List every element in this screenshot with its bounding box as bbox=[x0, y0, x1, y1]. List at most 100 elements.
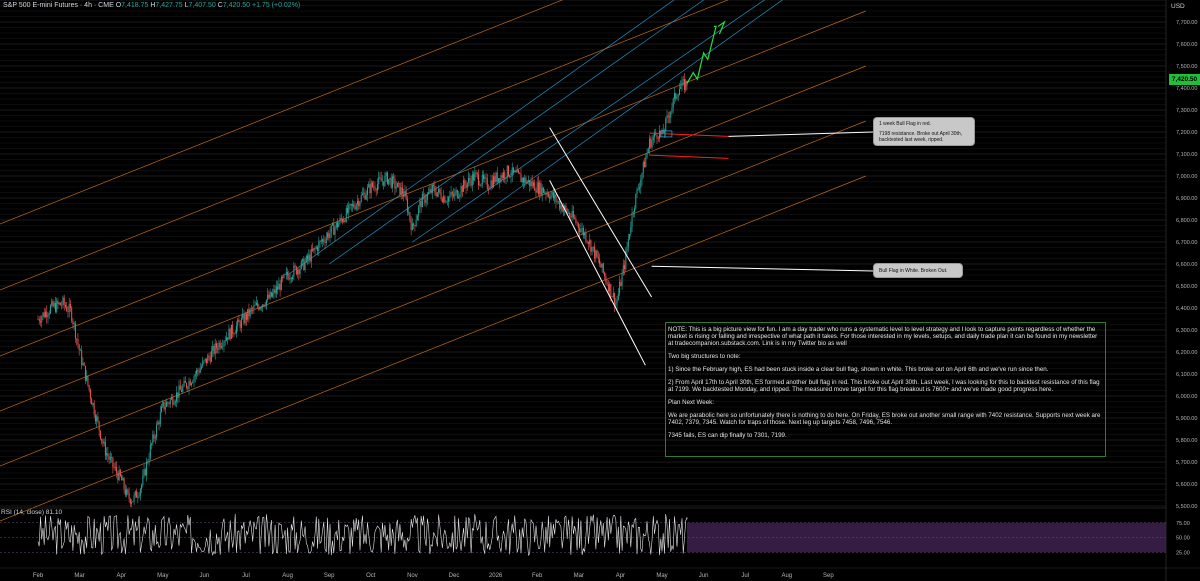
candle-body bbox=[662, 129, 664, 134]
candle-body bbox=[609, 283, 611, 292]
candle-body bbox=[184, 380, 186, 384]
candle-body bbox=[668, 117, 670, 118]
y-tick-label: 5,500.00 bbox=[1176, 504, 1197, 510]
candle-body bbox=[408, 212, 410, 213]
candle-body bbox=[54, 303, 56, 312]
candle-body bbox=[595, 250, 597, 259]
close-value: 7,420.50 bbox=[222, 2, 251, 9]
symbol-title[interactable]: S&P 500 E-mini Futures · 4h · CME bbox=[3, 2, 114, 9]
candle-body bbox=[645, 157, 647, 168]
callout-white-flag[interactable]: Bull Flag in White. Broken Out. bbox=[873, 263, 963, 278]
callout-red-flag[interactable]: 1 week Bull Flag in red. 7198 resistance… bbox=[873, 117, 975, 146]
rsi-indicator-label[interactable]: RSI (14, close) 81.10 bbox=[1, 509, 62, 516]
candle-body bbox=[459, 194, 461, 197]
candle-body bbox=[188, 380, 190, 389]
candle-body bbox=[205, 358, 207, 364]
candle-body bbox=[171, 397, 173, 400]
candle-body bbox=[529, 180, 531, 187]
candle-body bbox=[344, 220, 346, 222]
candle-body bbox=[631, 212, 633, 228]
candle-body bbox=[348, 204, 350, 213]
candle-body bbox=[641, 172, 643, 180]
candle-body bbox=[449, 195, 451, 198]
candle-body bbox=[678, 89, 680, 95]
candle-body bbox=[503, 172, 505, 179]
candle-body bbox=[137, 496, 139, 498]
candle-body bbox=[267, 294, 269, 300]
candle-body bbox=[504, 172, 506, 179]
candle-body bbox=[464, 180, 466, 186]
candle-body bbox=[665, 118, 667, 132]
candle-body bbox=[181, 389, 183, 392]
candle-body bbox=[118, 469, 120, 481]
candle-body bbox=[67, 311, 69, 312]
candle-body bbox=[328, 233, 330, 238]
x-tick-label: Aug bbox=[282, 573, 293, 579]
y-tick-label: 5,700.00 bbox=[1176, 460, 1197, 466]
candle-body bbox=[77, 338, 79, 345]
analysis-note[interactable]: NOTE: This is a big picture view for fun… bbox=[665, 322, 1106, 457]
candle-body bbox=[187, 387, 189, 389]
callout-red-flag-body: 7198 resistance. Broke out April 30th, b… bbox=[879, 131, 963, 143]
candle-body bbox=[571, 210, 573, 218]
candle-body bbox=[570, 216, 572, 218]
candle-body bbox=[82, 363, 84, 365]
candle-body bbox=[119, 469, 121, 476]
y-tick-label: 6,000.00 bbox=[1176, 394, 1197, 400]
candle-body bbox=[536, 182, 538, 193]
candle-body bbox=[275, 286, 277, 294]
candle-body bbox=[574, 217, 576, 219]
candle-body bbox=[605, 276, 607, 282]
candle-body bbox=[421, 194, 423, 208]
candle-body bbox=[666, 115, 668, 119]
candle-body bbox=[499, 178, 501, 183]
x-tick-label: Jul bbox=[741, 573, 749, 579]
y-tick-label: 6,800.00 bbox=[1176, 218, 1197, 224]
candle-body bbox=[610, 283, 612, 297]
currency-label[interactable]: USD bbox=[1171, 3, 1185, 10]
candle-body bbox=[584, 232, 586, 236]
candle-body bbox=[305, 255, 307, 262]
candle-body bbox=[249, 308, 251, 317]
note-paragraph: Plan Next Week: bbox=[668, 399, 714, 406]
white-callout-pointer bbox=[651, 265, 874, 272]
candle-body bbox=[366, 187, 368, 196]
candle-body bbox=[259, 307, 261, 310]
candle-body bbox=[334, 227, 336, 235]
candle-body bbox=[552, 192, 554, 199]
x-tick-label: Jun bbox=[200, 573, 210, 579]
candle-body bbox=[47, 315, 49, 318]
candle-body bbox=[526, 181, 528, 184]
candle-body bbox=[51, 301, 53, 306]
candle-body bbox=[647, 148, 649, 153]
red-flag-lower bbox=[649, 154, 729, 159]
candle-body bbox=[511, 167, 513, 177]
candle-body bbox=[139, 489, 141, 496]
candle-body bbox=[193, 376, 195, 382]
candle-body bbox=[388, 179, 390, 184]
candle-body bbox=[682, 79, 684, 81]
candle-body bbox=[179, 385, 181, 390]
candle-body bbox=[555, 194, 557, 202]
candle-body bbox=[516, 170, 518, 173]
candle-body bbox=[222, 346, 224, 347]
candle-body bbox=[612, 293, 614, 297]
candle-body bbox=[177, 392, 179, 398]
candle-body bbox=[172, 397, 174, 405]
x-tick-label: Jul bbox=[242, 573, 250, 579]
candle-body bbox=[173, 403, 175, 405]
y-tick-label: 6,300.00 bbox=[1176, 328, 1197, 334]
candle-body bbox=[525, 177, 527, 184]
candle-body bbox=[490, 180, 492, 188]
price-chart[interactable]: 25.00 50.00 75.00 5,500.00 5,600.00 5,700.00 5… bbox=[0, 0, 1200, 581]
candle-body bbox=[260, 307, 262, 309]
candle-body bbox=[498, 178, 500, 182]
candle-body bbox=[287, 272, 289, 276]
candle-body bbox=[279, 283, 281, 291]
candle-body bbox=[453, 194, 455, 197]
candle-body bbox=[478, 174, 480, 186]
candle-body bbox=[76, 338, 78, 340]
candle-body bbox=[149, 444, 151, 459]
candle-body bbox=[496, 172, 498, 182]
candle-body bbox=[651, 139, 653, 148]
